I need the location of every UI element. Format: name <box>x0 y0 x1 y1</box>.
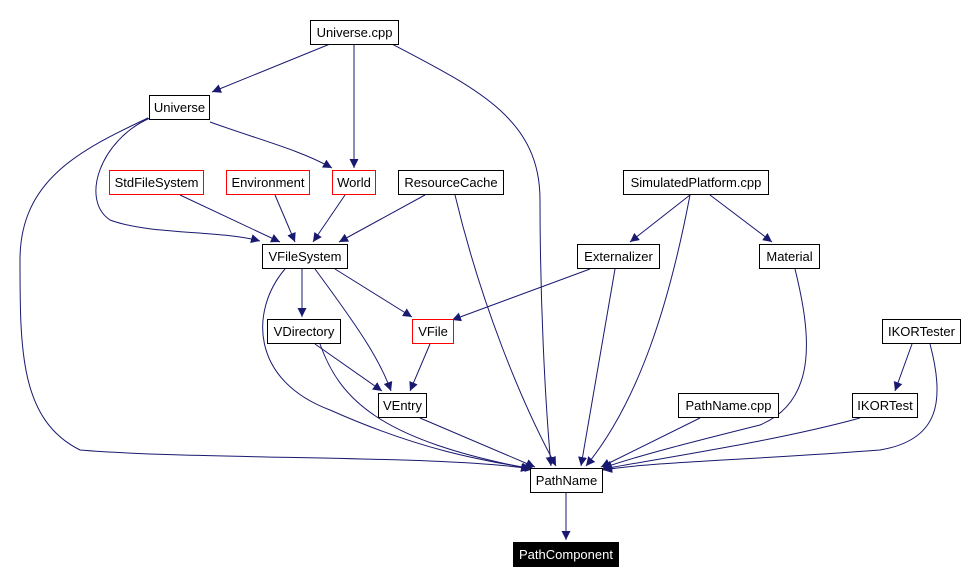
node-pathname-cpp[interactable]: PathName.cpp <box>678 393 779 418</box>
node-universe[interactable]: Universe <box>149 95 210 120</box>
edge-layer <box>19 43 938 540</box>
node-environment[interactable]: Environment <box>226 170 310 195</box>
node-world[interactable]: World <box>332 170 376 195</box>
edge-environment-to-vfilesystem <box>274 194 296 243</box>
edge-ikortester-to-ikortest <box>893 343 913 392</box>
edge-ikortest-to-pathname <box>602 417 861 472</box>
edge-pathname_cpp-to-pathname <box>600 417 701 468</box>
edge-resourcecache-to-pathname <box>454 194 557 467</box>
node-vfile[interactable]: VFile <box>412 319 454 344</box>
node-material[interactable]: Material <box>759 244 820 269</box>
edge-resourcecache-to-vfilesystem <box>338 194 426 243</box>
edge-universe-to-world <box>209 121 333 169</box>
dependency-graph: Universe.cpp Universe StdFileSystem Environ… <box>0 0 974 584</box>
node-ikortester[interactable]: IKORTester <box>882 319 961 344</box>
node-ikortest[interactable]: IKORTest <box>852 393 918 418</box>
node-universe-cpp[interactable]: Universe.cpp <box>310 20 399 45</box>
node-vfilesystem[interactable]: VFileSystem <box>262 244 348 269</box>
edge-universe_cpp-to-universe <box>211 43 331 93</box>
edge-simulatedplatform_cpp-to-externalizer <box>629 194 691 243</box>
edge-vfilesystem-to-pathname <box>262 268 535 472</box>
edge-externalizer-to-vfile <box>451 268 591 322</box>
edge-vfile-to-ventry <box>409 343 431 392</box>
node-stdfilesystem[interactable]: StdFileSystem <box>109 170 204 195</box>
node-externalizer[interactable]: Externalizer <box>577 244 660 269</box>
node-pathname[interactable]: PathName <box>530 468 603 493</box>
edge-vfilesystem-to-vfile <box>334 268 413 318</box>
edge-stdfilesystem-to-vfilesystem <box>179 194 281 243</box>
edge-ventry-to-pathname <box>419 417 536 468</box>
node-pathcomponent: PathComponent <box>513 542 619 567</box>
edge-externalizer-to-pathname <box>578 268 616 467</box>
edge-simulatedplatform_cpp-to-material <box>709 194 773 243</box>
node-ventry[interactable]: VEntry <box>378 393 427 418</box>
edge-world-to-vfilesystem <box>312 194 346 243</box>
node-simulatedplatform-cpp[interactable]: SimulatedPlatform.cpp <box>623 170 769 195</box>
node-resourcecache[interactable]: ResourceCache <box>398 170 504 195</box>
node-vdirectory[interactable]: VDirectory <box>267 319 341 344</box>
